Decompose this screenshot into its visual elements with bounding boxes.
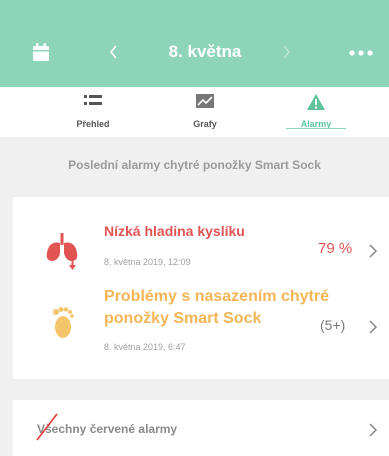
chevron-right-icon[interactable]	[280, 44, 292, 60]
oxygen-value: 79 %	[318, 240, 353, 257]
section-title: Poslední alarmy chytré ponožky Smart Soc…	[68, 158, 321, 172]
alarm-title: Problémy s nasazením chytré ponožky Smar…	[104, 288, 329, 327]
tab-charts[interactable]: Grafy	[155, 87, 255, 137]
tab-alarms[interactable]: Alarmy	[266, 87, 366, 137]
lungs-icon	[46, 233, 78, 270]
warning-icon	[307, 94, 325, 110]
tab-overview[interactable]: Přehled	[43, 87, 143, 137]
tab-label: Grafy	[193, 119, 217, 129]
alarm-item-sock-placement[interactable]: Problémy s nasazením chytré ponožky Smar…	[13, 281, 389, 379]
alarm-title: Nízká hladina kyslíku	[104, 223, 245, 239]
alarm-list: Nízká hladina kyslíku 8. května 2019, 12…	[13, 197, 389, 379]
chart-icon	[196, 94, 214, 108]
alarm-count: (5+)	[320, 317, 346, 333]
alarm-timestamp: 8. května 2019, 12:09	[104, 257, 191, 267]
chevron-right-icon	[369, 423, 378, 437]
chevron-right-icon	[369, 320, 378, 334]
more-dots-icon[interactable]	[348, 49, 374, 57]
active-tab-indicator	[286, 128, 346, 129]
header-bar: 8. května	[0, 0, 389, 87]
alarm-item-low-oxygen[interactable]: Nízká hladina kyslíku 8. května 2019, 12…	[13, 197, 389, 281]
list-icon	[84, 95, 102, 105]
calendar-icon[interactable]	[32, 42, 50, 62]
chevron-left-icon[interactable]	[108, 44, 120, 60]
strike-mark	[36, 413, 58, 441]
tab-label: Přehled	[76, 119, 110, 129]
all-red-alarms-link[interactable]: Všechny červené alarmy	[13, 400, 389, 456]
tab-bar: Přehled Grafy Alarmy	[0, 87, 389, 137]
date-title: 8. května	[168, 42, 242, 61]
chevron-right-icon	[369, 244, 378, 258]
foot-icon	[53, 307, 74, 338]
alarm-timestamp: 8. května 2019, 6:47	[104, 342, 186, 352]
